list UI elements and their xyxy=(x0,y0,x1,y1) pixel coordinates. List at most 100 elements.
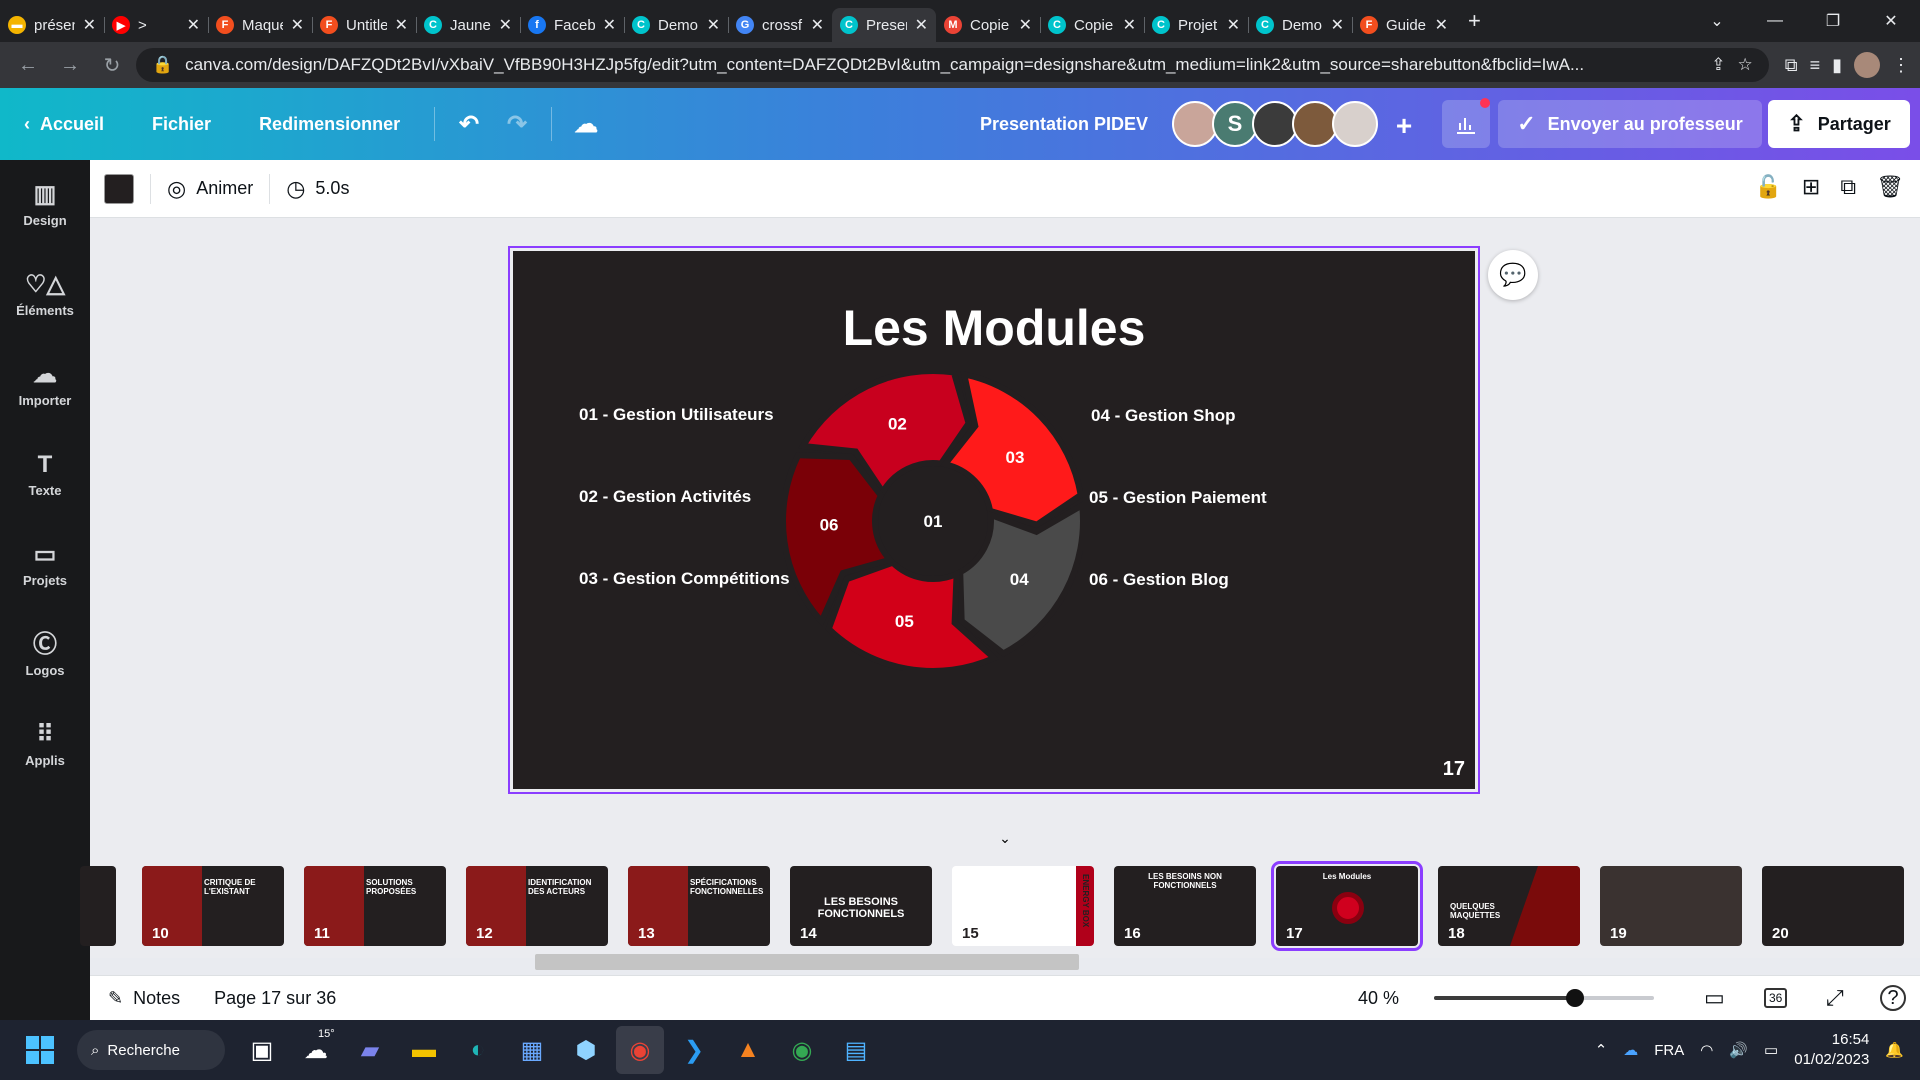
send-to-teacher-button[interactable]: ✓ Envoyer au professeur xyxy=(1498,100,1762,148)
selected-slide-frame[interactable]: Les Modules 01 - Gestion Utilisateurs 02… xyxy=(508,246,1480,794)
tab-search-icon[interactable]: ⌄ xyxy=(1688,11,1746,31)
wifi-icon[interactable]: ◠ xyxy=(1700,1041,1713,1059)
close-icon[interactable]: ✕ xyxy=(811,15,824,35)
back-icon[interactable]: ← xyxy=(10,47,46,83)
duration-button[interactable]: ◷ 5.0s xyxy=(286,176,349,202)
extensions-icon[interactable]: ⧉ xyxy=(1785,55,1798,76)
duplicate-page-icon[interactable]: ⧉ xyxy=(1840,174,1856,200)
edge-icon[interactable]: ◐ xyxy=(454,1026,502,1074)
design-title[interactable]: Presentation PIDEV xyxy=(980,88,1148,160)
page-thumbnail[interactable]: QUELQUES MAQUETTES 18 xyxy=(1438,866,1580,946)
add-page-icon[interactable]: ⊞ xyxy=(1802,174,1820,200)
close-icon[interactable]: ✕ xyxy=(1331,15,1344,35)
weather-icon[interactable]: ☁ 15° xyxy=(292,1026,340,1074)
browser-tab[interactable]: f Facebook ✕ xyxy=(520,8,624,42)
clock[interactable]: 16:54 01/02/2023 xyxy=(1794,1030,1869,1071)
resize-button[interactable]: Redimensionner xyxy=(235,114,424,135)
restore-icon[interactable]: ❐ xyxy=(1804,11,1862,31)
module-label-left[interactable]: 02 - Gestion Activités xyxy=(579,487,751,507)
reload-icon[interactable]: ↻ xyxy=(94,47,130,83)
browser-tab[interactable]: Gcrossfit ✕ xyxy=(728,8,832,42)
app-cube-icon[interactable]: ⬢ xyxy=(562,1026,610,1074)
forward-icon[interactable]: → xyxy=(52,47,88,83)
close-icon[interactable]: ✕ xyxy=(1123,15,1136,35)
new-tab-icon[interactable]: + xyxy=(1468,8,1481,34)
close-icon[interactable]: ✕ xyxy=(1019,15,1032,35)
minimize-icon[interactable]: — xyxy=(1746,12,1804,30)
browser-tab[interactable]: C Demo ✕ xyxy=(1248,8,1352,42)
module-label-left[interactable]: 03 - Gestion Compétitions xyxy=(579,569,790,589)
page-thumbnail[interactable]: 20 xyxy=(1762,866,1904,946)
sidebar-item-texte[interactable]: T Texte xyxy=(0,430,90,520)
sidebar-item-importer[interactable]: ☁ Importer xyxy=(0,340,90,430)
fullscreen-icon[interactable]: ⤢ xyxy=(1826,985,1844,1011)
share-page-icon[interactable]: ⇪ xyxy=(1711,55,1725,75)
browser-tab[interactable]: C Demo ✕ xyxy=(624,8,728,42)
close-icon[interactable]: ✕ xyxy=(1435,15,1448,35)
taskbar-search[interactable]: ⌕ Recherche xyxy=(77,1030,225,1070)
teams-icon[interactable]: ▰ xyxy=(346,1026,394,1074)
browser-tab[interactable]: F Untitled ✕ xyxy=(312,8,416,42)
sidebar-item-éléments[interactable]: ♡△ Éléments xyxy=(0,250,90,340)
page-view-icon[interactable]: ▭ xyxy=(1704,985,1725,1011)
side-panel-icon[interactable]: ▮ xyxy=(1832,55,1842,76)
sidebar-item-logos[interactable]: Ⓒ Logos xyxy=(0,610,90,700)
avatar[interactable] xyxy=(1332,101,1378,147)
background-color-swatch[interactable] xyxy=(104,173,134,204)
module-label-right[interactable]: 04 - Gestion Shop xyxy=(1091,406,1236,426)
sidebar-item-projets[interactable]: ▭ Projets xyxy=(0,520,90,610)
close-window-icon[interactable]: ✕ xyxy=(1862,11,1920,31)
close-icon[interactable]: ✕ xyxy=(83,15,96,35)
close-icon[interactable]: ✕ xyxy=(499,15,512,35)
browser-tab[interactable]: F Guide ✕ xyxy=(1352,8,1456,42)
module-label-right[interactable]: 06 - Gestion Blog xyxy=(1089,570,1229,590)
volume-icon[interactable]: 🔊 xyxy=(1729,1041,1748,1059)
notification-icon[interactable]: 🔔 xyxy=(1885,1041,1904,1059)
grid-view-button[interactable]: 36 xyxy=(1764,988,1788,1008)
page-thumbnail[interactable]: IDENTIFICATION DES ACTEURS 12 xyxy=(466,866,608,946)
app-orange-icon[interactable]: ▲ xyxy=(724,1026,772,1074)
file-explorer-icon[interactable]: ▬ xyxy=(400,1026,448,1074)
sidebar-item-design[interactable]: ▥ Design xyxy=(0,160,90,250)
notes-button[interactable]: ✎ Notes xyxy=(108,988,180,1009)
bookmark-star-icon[interactable]: ☆ xyxy=(1737,55,1752,75)
thumbnail-scrollbar[interactable] xyxy=(90,952,1920,970)
browser-tab[interactable]: F Maquette ✕ xyxy=(208,8,312,42)
language-indicator[interactable]: FRA xyxy=(1654,1042,1684,1059)
menu-icon[interactable]: ⋮ xyxy=(1892,55,1910,76)
module-label-left[interactable]: 01 - Gestion Utilisateurs xyxy=(579,405,774,425)
browser-tab[interactable]: C Jaune ✕ xyxy=(416,8,520,42)
page-thumbnail[interactable]: CRITIQUE DE L'EXISTANT 10 xyxy=(142,866,284,946)
add-comment-icon[interactable]: 💬 xyxy=(1488,250,1538,300)
browser-tab[interactable]: C Projet ✕ xyxy=(1144,8,1248,42)
page-thumbnail[interactable]: 19 xyxy=(1600,866,1742,946)
redo-icon[interactable]: ↷ xyxy=(493,110,541,139)
add-collaborator-button[interactable]: + xyxy=(1384,106,1424,146)
close-icon[interactable]: ✕ xyxy=(915,15,928,35)
scrollbar-thumb[interactable] xyxy=(535,954,1079,970)
module-label-right[interactable]: 05 - Gestion Paiement xyxy=(1089,488,1267,508)
page-thumbnail[interactable]: LES BESOINS NON FONCTIONNELS 16 xyxy=(1114,866,1256,946)
media-icon[interactable]: ≡ xyxy=(1810,55,1821,76)
cloud-saved-icon[interactable]: ☁ xyxy=(562,110,610,139)
vscode-icon[interactable]: ❯ xyxy=(670,1026,718,1074)
animate-button[interactable]: ◎ Animer xyxy=(167,176,253,202)
browser-tab[interactable]: C Presentation ✕ xyxy=(832,8,936,42)
browser-tab[interactable]: C Copie ✕ xyxy=(1040,8,1144,42)
zoom-percent[interactable]: 40 % xyxy=(1358,988,1399,1009)
page-thumbnail[interactable]: SOLUTIONS PROPOSÉES 11 xyxy=(304,866,446,946)
lock-icon[interactable]: 🔓 xyxy=(1755,174,1782,200)
chevron-down-icon[interactable]: ⌄ xyxy=(960,830,1050,852)
task-view-icon[interactable]: ▣ xyxy=(238,1026,286,1074)
close-icon[interactable]: ✕ xyxy=(707,15,720,35)
slide[interactable]: Les Modules 01 - Gestion Utilisateurs 02… xyxy=(513,251,1475,789)
windows-start-icon[interactable] xyxy=(16,1026,64,1074)
delete-icon[interactable]: 🗑 xyxy=(1876,174,1904,200)
chevron-up-icon[interactable]: ⌃ xyxy=(1595,1041,1608,1059)
battery-icon[interactable]: ▭ xyxy=(1764,1041,1778,1059)
chrome-icon[interactable]: ◉ xyxy=(616,1026,664,1074)
page-thumbnail[interactable]: SPÉCIFICATIONS FONCTIONNELLES 13 xyxy=(628,866,770,946)
onedrive-icon[interactable]: ☁ xyxy=(1623,1041,1638,1059)
browser-tab[interactable]: ▬ présentation ✕ xyxy=(0,8,104,42)
slide-title[interactable]: Les Modules xyxy=(513,299,1475,357)
